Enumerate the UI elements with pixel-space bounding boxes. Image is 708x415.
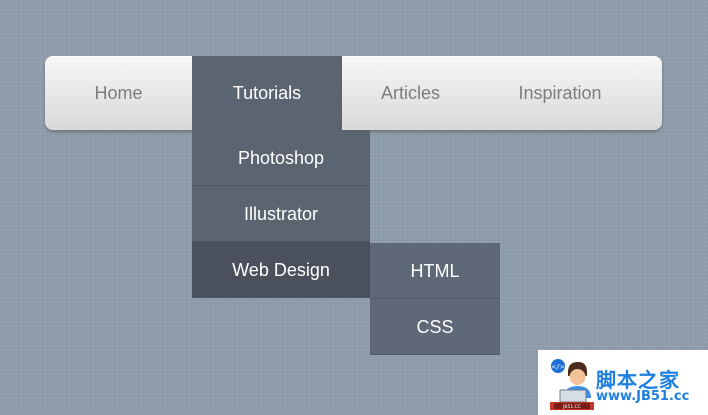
watermark-url: www.JB51.cc: [596, 389, 690, 404]
dropdown-item-illustrator[interactable]: Illustrator: [192, 186, 370, 242]
developer-at-laptop-icon: </> JB51.CC: [550, 359, 594, 410]
nav-item-home[interactable]: Home: [45, 56, 192, 130]
web-design-submenu: HTML CSS: [370, 243, 500, 355]
site-watermark: </> JB51.CC 脚本之家 www.JB51.cc: [538, 350, 708, 415]
top-navigation-bar: Home Tutorials Articles Inspiration: [45, 56, 662, 130]
submenu-item-html[interactable]: HTML: [370, 243, 500, 299]
tutorials-dropdown-menu: Photoshop Illustrator Web Design: [192, 130, 370, 298]
dropdown-item-web-design[interactable]: Web Design: [192, 242, 370, 298]
dropdown-item-photoshop[interactable]: Photoshop: [192, 130, 370, 186]
nav-item-tutorials[interactable]: Tutorials: [192, 56, 342, 130]
svg-text:</>: </>: [552, 363, 565, 371]
nav-item-inspiration[interactable]: Inspiration: [479, 56, 641, 130]
submenu-item-css[interactable]: CSS: [370, 299, 500, 355]
watermark-logo-text: JB51.CC: [562, 404, 581, 410]
nav-item-articles[interactable]: Articles: [342, 56, 479, 130]
